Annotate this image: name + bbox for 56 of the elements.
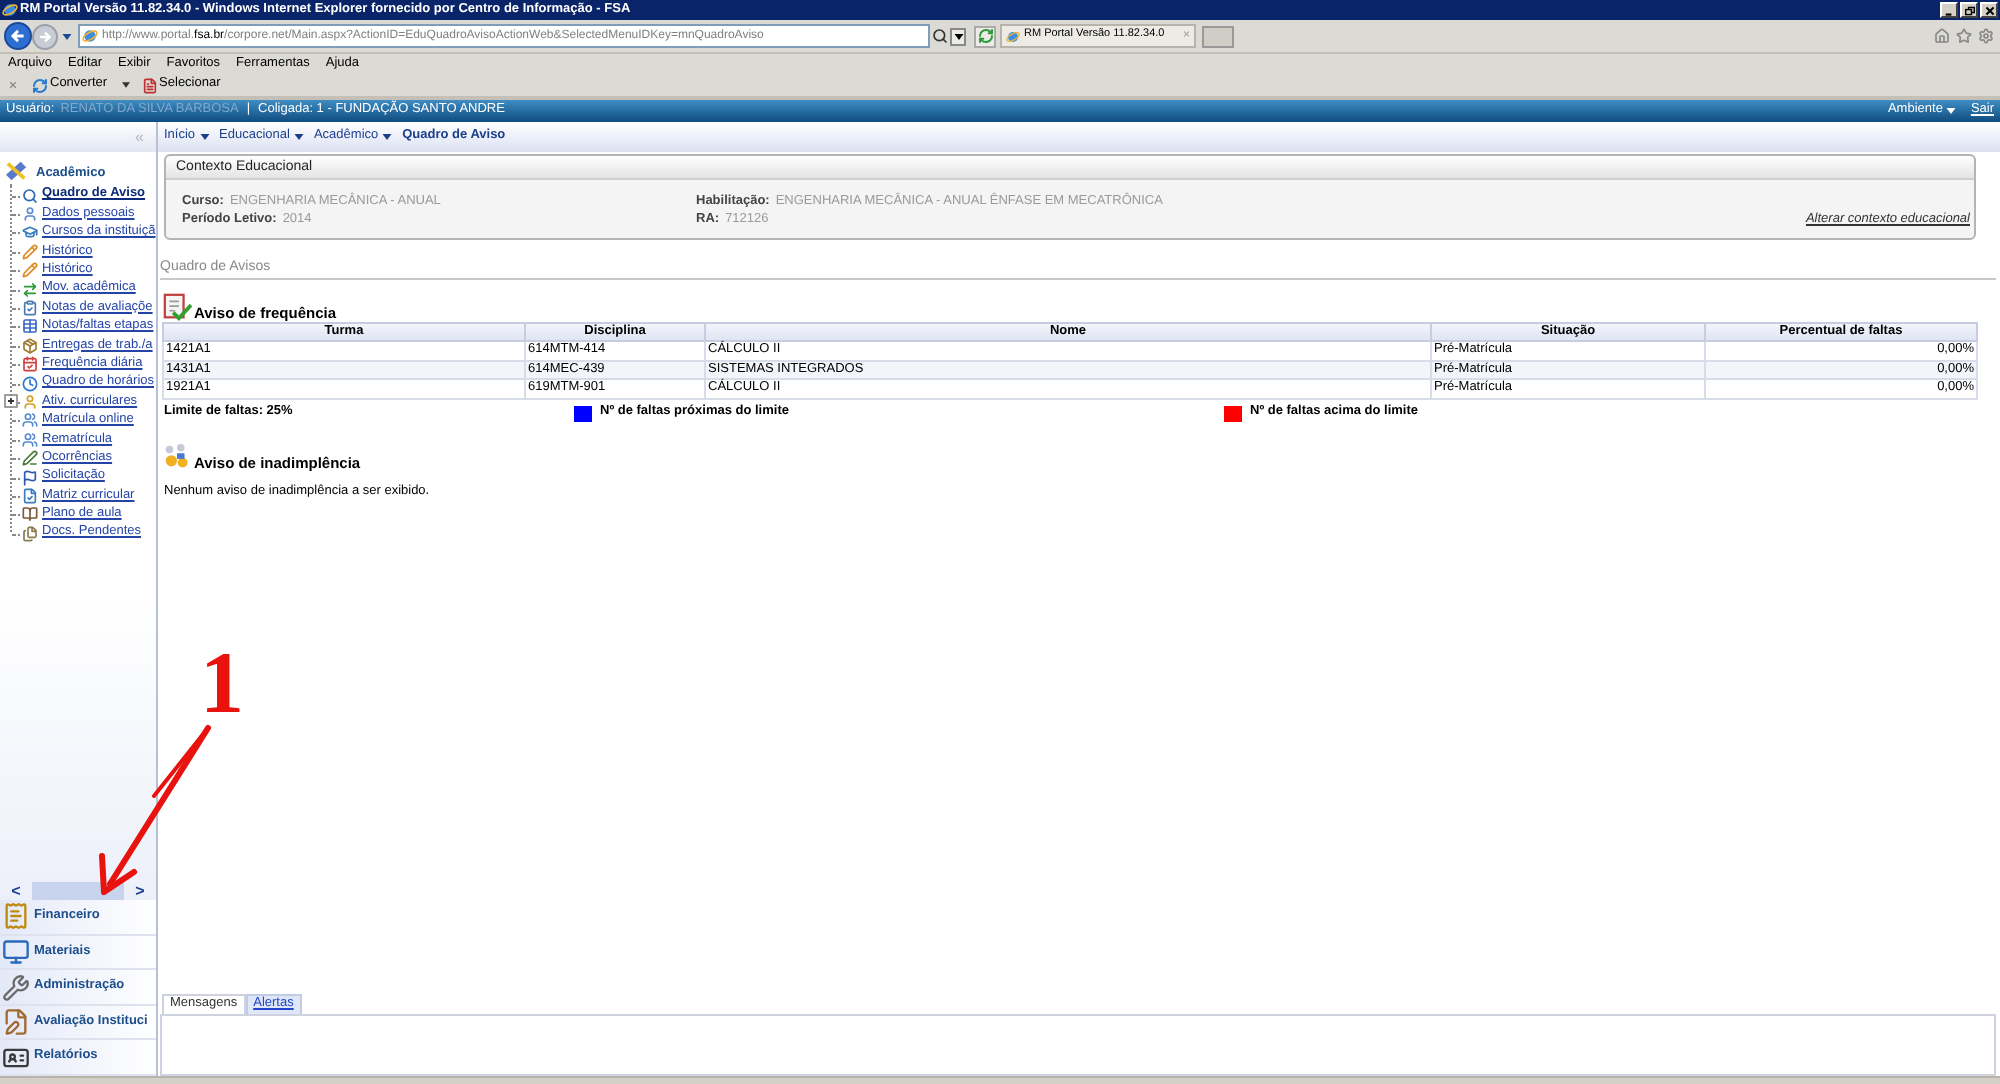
page-icon	[82, 28, 98, 44]
person-icon	[22, 393, 38, 410]
favorites-star-icon[interactable]	[1956, 28, 1972, 44]
caret-icon	[199, 134, 210, 140]
left-arrow-icon	[10, 28, 26, 44]
search-icon[interactable]	[932, 28, 948, 44]
browser-logo-icon	[2, 2, 18, 18]
clipboard-check-icon	[162, 291, 192, 321]
right-arrow-icon	[38, 29, 52, 43]
arrows-icon	[22, 281, 38, 298]
circular-arrows-icon	[32, 77, 48, 93]
flag-icon	[22, 469, 38, 486]
annotation-number: 1	[200, 640, 244, 728]
monitor-icon	[2, 937, 30, 966]
caret-icon	[293, 134, 304, 140]
coins-icon	[162, 441, 192, 471]
restore-button[interactable]	[1960, 2, 1978, 18]
person-icon	[22, 206, 38, 223]
magnifier-icon	[22, 187, 38, 204]
history-dropdown-button[interactable]	[60, 30, 72, 42]
dropdown-caret-icon	[121, 82, 130, 88]
document-pencil-icon	[2, 1008, 30, 1037]
close-icon[interactable]	[8, 80, 18, 90]
scroll-right-button[interactable]: >	[124, 882, 156, 901]
back-button[interactable]	[4, 22, 32, 50]
caret-icon	[61, 33, 71, 39]
caret-icon	[382, 134, 393, 140]
page-icon	[1006, 29, 1020, 43]
settings-icon[interactable]	[1978, 28, 1994, 44]
graduation-cap-icon	[22, 224, 38, 241]
receipt-icon	[2, 902, 30, 931]
documents-icon	[22, 525, 38, 542]
book-icon	[22, 506, 38, 523]
calendar-icon	[22, 356, 38, 373]
document-icon	[141, 77, 158, 93]
close-button[interactable]	[1980, 2, 1998, 18]
id-card-icon	[2, 1043, 30, 1072]
package-icon	[22, 337, 38, 354]
crossed-tools-icon	[4, 160, 30, 182]
wrench-icon	[2, 973, 30, 1002]
document-icon	[22, 487, 38, 504]
caret-icon	[953, 33, 963, 39]
scroll-left-button[interactable]: <	[0, 882, 32, 901]
close-icon	[1983, 5, 1995, 15]
refresh-icon	[977, 28, 993, 44]
caret-icon	[1946, 108, 1957, 114]
restore-icon	[1963, 5, 1975, 15]
expand-plus-icon[interactable]	[4, 394, 18, 409]
minimize-button[interactable]	[1940, 2, 1958, 18]
clock-icon	[22, 375, 38, 392]
pen-icon	[22, 450, 38, 467]
refresh-button[interactable]	[974, 25, 996, 47]
home-icon[interactable]	[1934, 28, 1950, 44]
table-icon	[22, 318, 38, 335]
address-dropdown-button[interactable]	[950, 27, 966, 45]
clipboard-icon	[22, 300, 38, 317]
